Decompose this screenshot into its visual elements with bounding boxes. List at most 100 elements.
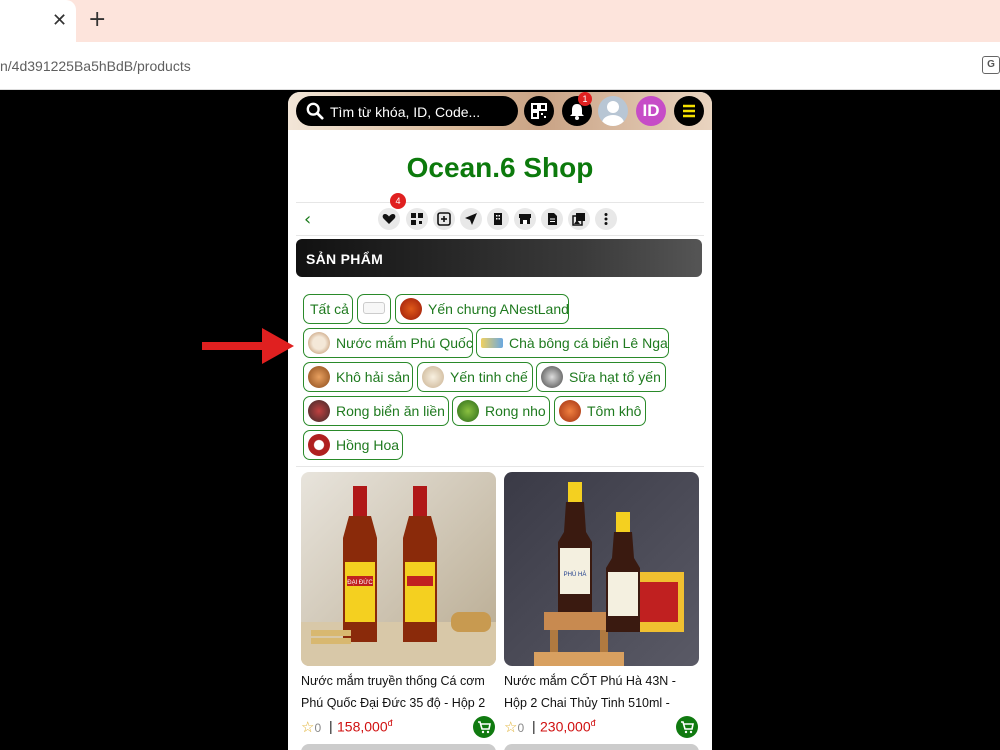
category-chip-rong-nho[interactable]: Rong nho xyxy=(452,396,550,426)
action-toolbar: ‹ 4 xyxy=(296,193,704,236)
category-label: Rong biển ăn liền xyxy=(336,403,445,419)
product-card[interactable]: PHÚ HÀ Nước mắm CỐT Phú Hà 43N - Hộp 2 C… xyxy=(504,472,699,738)
more-vertical-icon xyxy=(604,213,608,225)
product-card-next[interactable] xyxy=(504,744,699,750)
category-chip-all[interactable]: Tất cả xyxy=(303,294,353,324)
browser-tab[interactable]: ✕ xyxy=(0,0,76,42)
heart-icon xyxy=(382,214,396,224)
rating-value: 0 xyxy=(314,721,322,735)
category-label: Tôm khô xyxy=(587,403,642,419)
divider xyxy=(296,466,704,467)
qr-scan-button[interactable] xyxy=(406,208,428,230)
product-card-next[interactable] xyxy=(301,744,496,750)
currency-symbol: đ xyxy=(590,718,596,728)
category-chip-sua-hat[interactable]: Sữa hạt tổ yến xyxy=(536,362,666,392)
category-chip-yen-chung[interactable]: Yến chưng ANestLand xyxy=(395,294,569,324)
qr-code-button[interactable] xyxy=(524,96,554,126)
add-button[interactable] xyxy=(433,208,455,230)
avatar[interactable] xyxy=(598,96,628,126)
qr-icon xyxy=(411,213,423,225)
address-bar[interactable]: n/4d391225Ba5hBdB/products xyxy=(0,42,1000,90)
sea-grapes-icon xyxy=(457,400,479,422)
category-chip-hong-hoa[interactable]: Hồng Hoa xyxy=(303,430,403,460)
store-button[interactable] xyxy=(514,208,536,230)
red-annotation-arrow-icon xyxy=(202,328,294,364)
rating-value: 0 xyxy=(517,721,525,735)
milk-bottle-icon xyxy=(541,366,563,388)
product-rating: ☆0 xyxy=(504,718,524,736)
shop-page: Tìm từ khóa, ID, Code... 1 ID Ocean.6 Sh… xyxy=(288,92,712,750)
product-image[interactable]: ĐẠI ĐỨC xyxy=(301,472,496,666)
favorites-button[interactable] xyxy=(378,208,400,230)
category-label: Khô hải sản xyxy=(336,369,410,385)
category-label: Hồng Hoa xyxy=(336,437,400,453)
add-to-cart-button[interactable] xyxy=(676,716,698,738)
bottle-brand-label: ĐẠI ĐỨC xyxy=(347,579,373,586)
shop-title: Ocean.6 Shop xyxy=(406,152,594,183)
fish-sauce-bottles-image: ĐẠI ĐỨC xyxy=(301,472,496,666)
menu-button[interactable] xyxy=(674,96,704,126)
category-chip-kho-hai-san[interactable]: Khô hải sản xyxy=(303,362,413,392)
currency-symbol: đ xyxy=(387,718,393,728)
category-chip-rong-bien[interactable]: Rong biển ăn liền xyxy=(303,396,449,426)
qr-code-icon xyxy=(531,103,547,119)
url-text[interactable]: n/4d391225Ba5hBdB/products xyxy=(0,58,191,74)
refined-nest-icon xyxy=(422,366,444,388)
building-button[interactable] xyxy=(487,208,509,230)
favorites-badge: 4 xyxy=(390,193,406,209)
brand-logo-icon xyxy=(363,302,385,314)
search-input[interactable]: Tìm từ khóa, ID, Code... xyxy=(296,96,518,126)
separator: | xyxy=(329,718,333,734)
category-chip-cha-bong[interactable]: Chà bông cá biển Lê Nga xyxy=(476,328,669,358)
product-image[interactable]: PHÚ HÀ xyxy=(504,472,699,666)
plus-square-icon xyxy=(437,212,451,226)
category-chip-yen-tinh-che[interactable]: Yến tinh chế xyxy=(417,362,533,392)
back-icon[interactable]: ‹ xyxy=(304,209,311,230)
category-label: Rong nho xyxy=(485,403,546,419)
add-to-cart-button[interactable] xyxy=(473,716,495,738)
category-chip-nuoc-mam[interactable]: Nước mắm Phú Quốc xyxy=(303,328,473,358)
category-label: Sữa hạt tổ yến xyxy=(569,369,661,385)
browser-tab-bar: ✕ + xyxy=(0,0,1000,42)
bird-nest-icon xyxy=(400,298,422,320)
close-tab-icon[interactable]: ✕ xyxy=(52,10,67,31)
cart-icon xyxy=(478,721,491,734)
price-value: 158,000 xyxy=(337,718,388,735)
images-icon xyxy=(572,213,585,226)
hamburger-menu-icon xyxy=(683,104,695,118)
share-location-button[interactable] xyxy=(460,208,482,230)
category-label: Tất cả xyxy=(310,301,349,317)
star-icon: ☆ xyxy=(301,718,315,736)
id-button[interactable]: ID xyxy=(636,96,666,126)
product-price: 230,000đ xyxy=(540,718,596,735)
document-button[interactable] xyxy=(541,208,563,230)
new-tab-button[interactable]: + xyxy=(88,7,106,32)
top-bar: Tìm từ khóa, ID, Code... 1 ID xyxy=(288,92,712,130)
fish-floss-icon xyxy=(481,338,503,348)
fish-sauce-icon xyxy=(308,332,330,354)
star-icon: ☆ xyxy=(504,718,518,736)
document-icon xyxy=(548,213,557,225)
category-label: Chà bông cá biển Lê Nga xyxy=(509,335,668,351)
product-name[interactable]: Nước mắm truyền thống Cá cơm Phú Quốc Đạ… xyxy=(301,670,496,714)
fish-sauce-bottles-image: PHÚ HÀ xyxy=(504,472,699,666)
product-name[interactable]: Nước mắm CỐT Phú Hà 43N - Hộp 2 Chai Thủ… xyxy=(504,670,699,714)
translate-icon[interactable]: G xyxy=(982,56,1000,74)
more-options-button[interactable] xyxy=(595,208,617,230)
product-price: 158,000đ xyxy=(337,718,393,735)
dried-seafood-icon xyxy=(308,366,330,388)
seaweed-snack-icon xyxy=(308,400,330,422)
section-title: SẢN PHẨM xyxy=(306,251,384,267)
notification-badge: 1 xyxy=(578,92,592,106)
bottle-brand-label: PHÚ HÀ xyxy=(564,571,587,578)
product-card[interactable]: ĐẠI ĐỨC Nước mắm truyền thống Cá cơm Phú… xyxy=(301,472,496,738)
category-label: Yến chưng ANestLand xyxy=(428,301,569,317)
category-chip-logo[interactable] xyxy=(357,294,391,324)
price-value: 230,000 xyxy=(540,718,591,735)
gallery-button[interactable] xyxy=(568,208,590,230)
building-icon xyxy=(494,213,502,225)
category-label: Yến tinh chế xyxy=(450,369,528,385)
separator: | xyxy=(532,718,536,734)
category-chip-tom-kho[interactable]: Tôm khô xyxy=(554,396,646,426)
product-rating: ☆0 xyxy=(301,718,321,736)
